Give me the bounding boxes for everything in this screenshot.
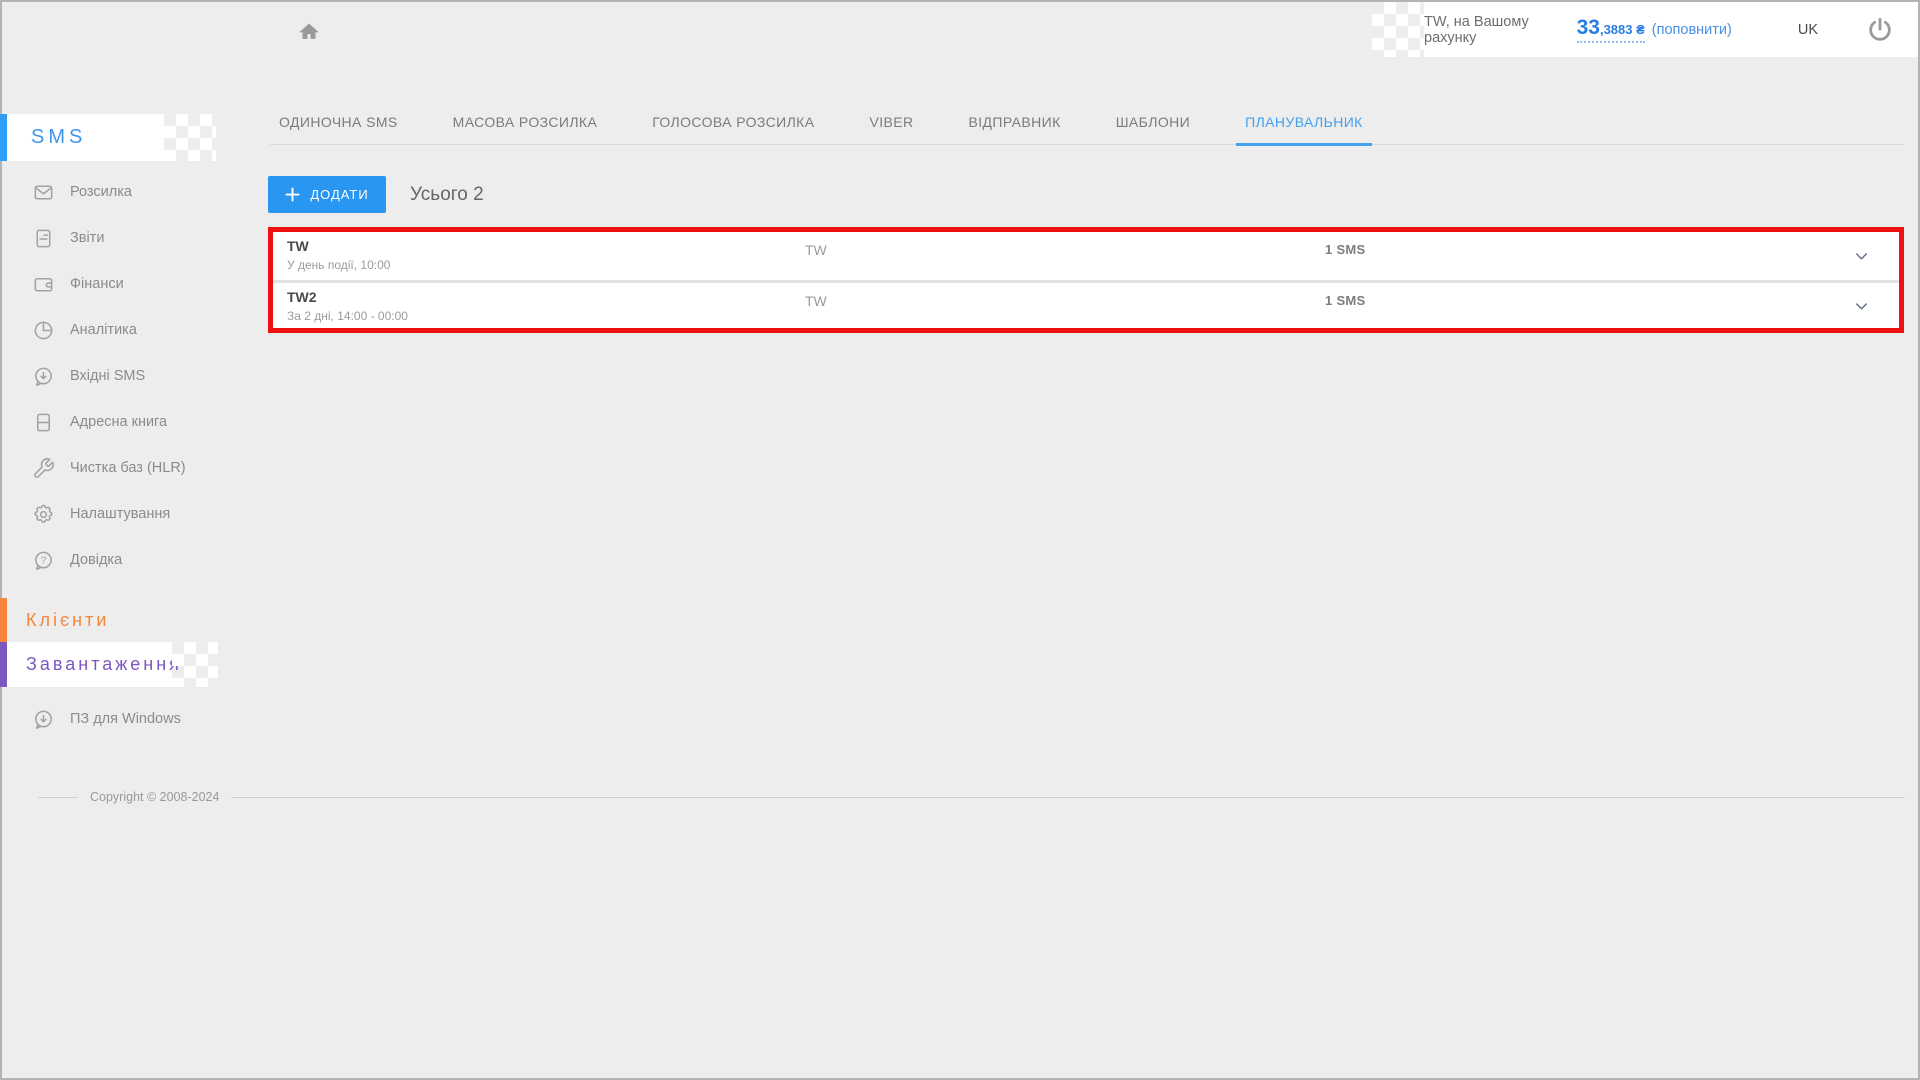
- add-button-label: ДОДАТИ: [310, 187, 368, 202]
- pixel-dissolve-decoration: [172, 642, 218, 687]
- sidebar-nav: Розсилка Звіти Фінанси Аналітика Вхідні …: [0, 169, 232, 583]
- svg-text:?: ?: [40, 555, 46, 566]
- row-volume: 1 SMS: [1325, 242, 1366, 257]
- plus-icon: [285, 187, 300, 202]
- divider-line: [231, 797, 1905, 798]
- gear-icon: [31, 502, 55, 526]
- row-title: TW: [287, 238, 390, 254]
- report-icon: [31, 226, 55, 250]
- sidebar-item-label: Адресна книга: [70, 414, 167, 430]
- help-bubble-icon: ?: [31, 548, 55, 572]
- main-tab-bar: ОДИНОЧНА SMS МАСОВА РОЗСИЛКА ГОЛОСОВА РО…: [270, 99, 1904, 145]
- row-main: TW2 За 2 дні, 14:00 - 00:00: [287, 289, 408, 323]
- annotation-highlight-box: TW У день події, 10:00 TW 1 SMS TW2 За 2…: [268, 227, 1904, 333]
- sidebar-downloads-nav: ПЗ для Windows: [0, 696, 232, 742]
- sidebar-item-label: ПЗ для Windows: [70, 711, 181, 727]
- footer: Copyright © 2008-2024: [38, 790, 1905, 804]
- tab-planuvalnyk[interactable]: ПЛАНУВАЛЬНИК: [1236, 99, 1372, 144]
- tab-viber[interactable]: VIBER: [860, 99, 922, 144]
- chevron-down-icon[interactable]: [1852, 247, 1871, 266]
- sidebar-item-vhidni-sms[interactable]: Вхідні SMS: [0, 353, 232, 399]
- total-count-label: Усього 2: [410, 184, 484, 206]
- account-panel: TW, на Вашому рахунку 33,3883 ₴ (поповни…: [1424, 2, 1918, 57]
- tab-vidpravnyk[interactable]: ВІДПРАВНИК: [960, 99, 1070, 144]
- sidebar-section-downloads-label: Завантаження: [26, 654, 182, 675]
- chevron-down-icon[interactable]: [1852, 296, 1871, 315]
- tab-shablony[interactable]: ШАБЛОНИ: [1107, 99, 1199, 144]
- tab-masova-rozsylka[interactable]: МАСОВА РОЗСИЛКА: [444, 99, 607, 144]
- add-button[interactable]: ДОДАТИ: [268, 176, 386, 213]
- scheduler-row-tw2[interactable]: TW2 За 2 дні, 14:00 - 00:00 TW 1 SMS: [273, 280, 1899, 328]
- account-balance-label: TW, на Вашому рахунку: [1424, 14, 1570, 46]
- copyright-text: Copyright © 2008-2024: [90, 790, 219, 804]
- language-switcher[interactable]: UK: [1766, 22, 1818, 38]
- wrench-icon: [31, 456, 55, 480]
- sidebar-item-label: Довідка: [70, 552, 122, 568]
- tab-odynochna-sms[interactable]: ОДИНОЧНА SMS: [270, 99, 407, 144]
- row-schedule: За 2 дні, 14:00 - 00:00: [287, 309, 408, 323]
- sidebar-item-label: Звіти: [70, 230, 104, 246]
- row-schedule: У день події, 10:00: [287, 258, 390, 272]
- download-bubble-icon: [31, 707, 55, 731]
- inbox-bubble-icon: [31, 364, 55, 388]
- sidebar-item-analityka[interactable]: Аналітика: [0, 307, 232, 353]
- sidebar-item-label: Чистка баз (HLR): [70, 460, 186, 476]
- row-sender: TW: [805, 242, 827, 258]
- home-icon[interactable]: [296, 19, 322, 45]
- row-title: TW2: [287, 289, 408, 305]
- address-book-icon: [31, 410, 55, 434]
- sidebar-item-finansy[interactable]: Фінанси: [0, 261, 232, 307]
- wallet-icon: [31, 272, 55, 296]
- balance-amount[interactable]: 33,3883 ₴: [1577, 16, 1645, 43]
- sidebar-item-nalashtuvannia[interactable]: Налаштування: [0, 491, 232, 537]
- sidebar-item-pz-windows[interactable]: ПЗ для Windows: [0, 696, 232, 742]
- sidebar-item-label: Налаштування: [70, 506, 170, 522]
- row-sender: TW: [805, 293, 827, 309]
- pixel-dissolve-decoration: [164, 114, 216, 161]
- pixel-dissolve-decoration: [1372, 2, 1428, 57]
- row-volume: 1 SMS: [1325, 293, 1366, 308]
- sidebar-section-clients[interactable]: Клієнти: [0, 598, 109, 642]
- sidebar-section-sms-label: SMS: [31, 126, 86, 149]
- sidebar-item-label: Розсилка: [70, 184, 132, 200]
- scheduler-row-tw[interactable]: TW У день події, 10:00 TW 1 SMS: [273, 232, 1899, 280]
- pie-chart-icon: [31, 318, 55, 342]
- sidebar-section-sms[interactable]: SMS: [0, 114, 164, 161]
- topup-link[interactable]: (поповнити): [1652, 22, 1732, 38]
- language-code: UK: [1798, 22, 1818, 38]
- tab-holosova-rozsylka[interactable]: ГОЛОСОВА РОЗСИЛКА: [643, 99, 823, 144]
- divider-line: [38, 797, 78, 798]
- ukraine-flag-icon: [1766, 22, 1789, 37]
- balance-whole: 33: [1577, 16, 1600, 39]
- logout-power-icon[interactable]: [1866, 16, 1894, 44]
- sidebar-item-label: Вхідні SMS: [70, 368, 145, 384]
- sidebar-item-zvity[interactable]: Звіти: [0, 215, 232, 261]
- balance-fraction: ,3883 ₴: [1600, 22, 1645, 37]
- sidebar-section-clients-label: Клієнти: [26, 610, 109, 631]
- sidebar-item-adresna-knyha[interactable]: Адресна книга: [0, 399, 232, 445]
- sidebar-item-chystka-baz[interactable]: Чистка баз (HLR): [0, 445, 232, 491]
- sidebar-item-dovidka[interactable]: ? Довідка: [0, 537, 232, 583]
- envelope-icon: [31, 180, 55, 204]
- sidebar-section-downloads[interactable]: Завантаження: [0, 642, 172, 687]
- sidebar-item-rozsylka[interactable]: Розсилка: [0, 169, 232, 215]
- sidebar-item-label: Фінанси: [70, 276, 124, 292]
- app-window: TW, на Вашому рахунку 33,3883 ₴ (поповни…: [0, 0, 1920, 1080]
- row-main: TW У день події, 10:00: [287, 238, 390, 272]
- sidebar-item-label: Аналітика: [70, 322, 137, 338]
- scheduler-toolbar: ДОДАТИ Усього 2: [268, 176, 484, 213]
